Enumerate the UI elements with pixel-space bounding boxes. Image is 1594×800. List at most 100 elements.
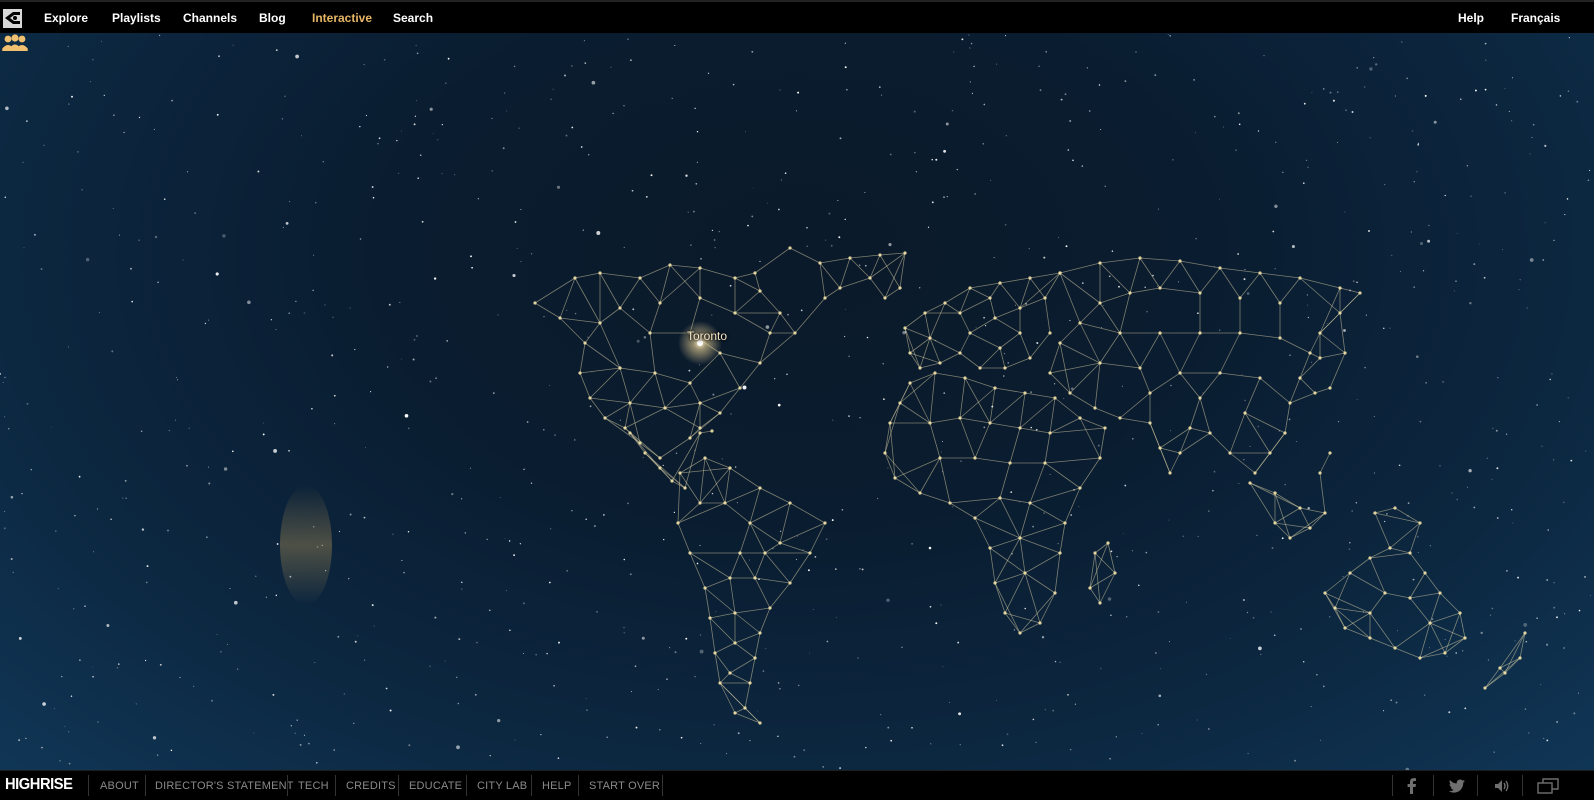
mesh-node[interactable] [1078, 486, 1082, 490]
mesh-node[interactable] [778, 311, 782, 315]
mesh-node[interactable] [808, 551, 812, 555]
continent-africa[interactable] [883, 371, 1107, 635]
mesh-node[interactable] [1368, 636, 1372, 640]
mesh-node[interactable] [788, 501, 792, 505]
mesh-node[interactable] [1313, 391, 1317, 395]
mesh-node[interactable] [1328, 386, 1332, 390]
mesh-node[interactable] [1483, 686, 1487, 690]
continent-madagascar[interactable] [1088, 541, 1117, 605]
mesh-node[interactable] [1023, 391, 1027, 395]
mesh-node[interactable] [1023, 571, 1027, 575]
mesh-node[interactable] [738, 551, 742, 555]
mesh-node[interactable] [823, 296, 827, 300]
mesh-node[interactable] [688, 551, 692, 555]
mesh-node[interactable] [658, 466, 662, 470]
mesh-node[interactable] [1078, 416, 1082, 420]
footer-credits[interactable]: CREDITS [346, 780, 396, 792]
mesh-node[interactable] [1373, 511, 1377, 515]
mesh-node[interactable] [1438, 591, 1442, 595]
mesh-node[interactable] [668, 263, 672, 267]
mesh-node[interactable] [1278, 301, 1282, 305]
mesh-node[interactable] [898, 401, 902, 405]
mesh-node[interactable] [1043, 296, 1047, 300]
mesh-node[interactable] [1333, 606, 1337, 610]
mesh-node[interactable] [723, 501, 727, 505]
mesh-node[interactable] [1093, 406, 1097, 410]
mesh-node[interactable] [698, 431, 702, 435]
people-group-icon[interactable] [0, 33, 30, 55]
mesh-node[interactable] [948, 501, 952, 505]
mesh-node[interactable] [533, 301, 537, 305]
facebook-icon[interactable] [1403, 777, 1421, 795]
mesh-node[interactable] [993, 581, 997, 585]
mesh-node[interactable] [1198, 396, 1202, 400]
mesh-node[interactable] [878, 253, 882, 257]
mesh-node[interactable] [928, 336, 932, 340]
mesh-node[interactable] [1428, 621, 1432, 625]
mesh-node[interactable] [758, 289, 762, 293]
footer-educate[interactable]: EDUCATE [409, 780, 462, 792]
mesh-node[interactable] [1148, 391, 1152, 395]
mesh-node[interactable] [578, 371, 582, 375]
mesh-node[interactable] [1138, 256, 1142, 260]
mesh-node[interactable] [1458, 611, 1462, 615]
mesh-node[interactable] [1218, 266, 1222, 270]
mesh-node[interactable] [758, 721, 762, 725]
continent-australia[interactable] [1323, 506, 1467, 660]
mesh-node[interactable] [1258, 271, 1262, 275]
mesh-node[interactable] [1248, 481, 1252, 485]
nav-blog[interactable]: Blog [259, 11, 286, 25]
mesh-node[interactable] [1178, 451, 1182, 455]
mesh-node[interactable] [973, 516, 977, 520]
mesh-node[interactable] [1238, 296, 1242, 300]
mesh-node[interactable] [703, 586, 707, 590]
mesh-node[interactable] [1048, 371, 1052, 375]
mesh-node[interactable] [978, 366, 982, 370]
mesh-node[interactable] [1318, 356, 1322, 360]
mesh-node[interactable] [1058, 551, 1062, 555]
mesh-node[interactable] [823, 521, 827, 525]
world-map-stage[interactable]: Toronto [0, 33, 1594, 770]
mesh-node[interactable] [988, 546, 992, 550]
mesh-node[interactable] [703, 456, 707, 460]
mesh-node[interactable] [1048, 331, 1052, 335]
fullscreen-icon[interactable] [1537, 777, 1559, 795]
mesh-node[interactable] [1038, 621, 1042, 625]
mesh-node[interactable] [1503, 671, 1507, 675]
mesh-node[interactable] [1273, 521, 1277, 525]
mesh-node[interactable] [658, 301, 662, 305]
mesh-node[interactable] [993, 386, 997, 390]
mesh-node[interactable] [728, 671, 732, 675]
nav-interactive[interactable]: Interactive [312, 11, 372, 25]
highrise-eye-icon[interactable] [3, 9, 22, 28]
mesh-node[interactable] [968, 331, 972, 335]
mesh-node[interactable] [1258, 376, 1262, 380]
mesh-node[interactable] [748, 521, 752, 525]
mesh-node[interactable] [1288, 401, 1292, 405]
twitter-icon[interactable] [1448, 777, 1466, 795]
language-switch[interactable]: Français [1511, 11, 1560, 25]
world-network-map[interactable] [0, 33, 1594, 770]
mesh-node[interactable] [1018, 331, 1022, 335]
mesh-node[interactable] [1043, 461, 1047, 465]
mesh-node[interactable] [598, 321, 602, 325]
continent-north-america[interactable] [533, 246, 907, 460]
continent-asia[interactable] [1048, 256, 1362, 475]
mesh-node[interactable] [1003, 611, 1007, 615]
mesh-node[interactable] [733, 311, 737, 315]
mesh-node[interactable] [1523, 631, 1527, 635]
mesh-node[interactable] [698, 266, 702, 270]
mesh-node[interactable] [988, 421, 992, 425]
mesh-node[interactable] [928, 421, 932, 425]
mesh-node[interactable] [1323, 511, 1327, 515]
mesh-node[interactable] [1228, 451, 1232, 455]
mesh-node[interactable] [758, 631, 762, 635]
footer-city-lab[interactable]: CITY LAB [477, 780, 527, 792]
nav-explore[interactable]: Explore [44, 11, 88, 25]
continent-new-zealand[interactable] [1483, 631, 1527, 690]
mesh-node[interactable] [643, 451, 647, 455]
mesh-node[interactable] [1358, 291, 1362, 295]
mesh-node[interactable] [903, 326, 907, 330]
mesh-node[interactable] [1283, 431, 1287, 435]
mesh-node[interactable] [933, 371, 937, 375]
